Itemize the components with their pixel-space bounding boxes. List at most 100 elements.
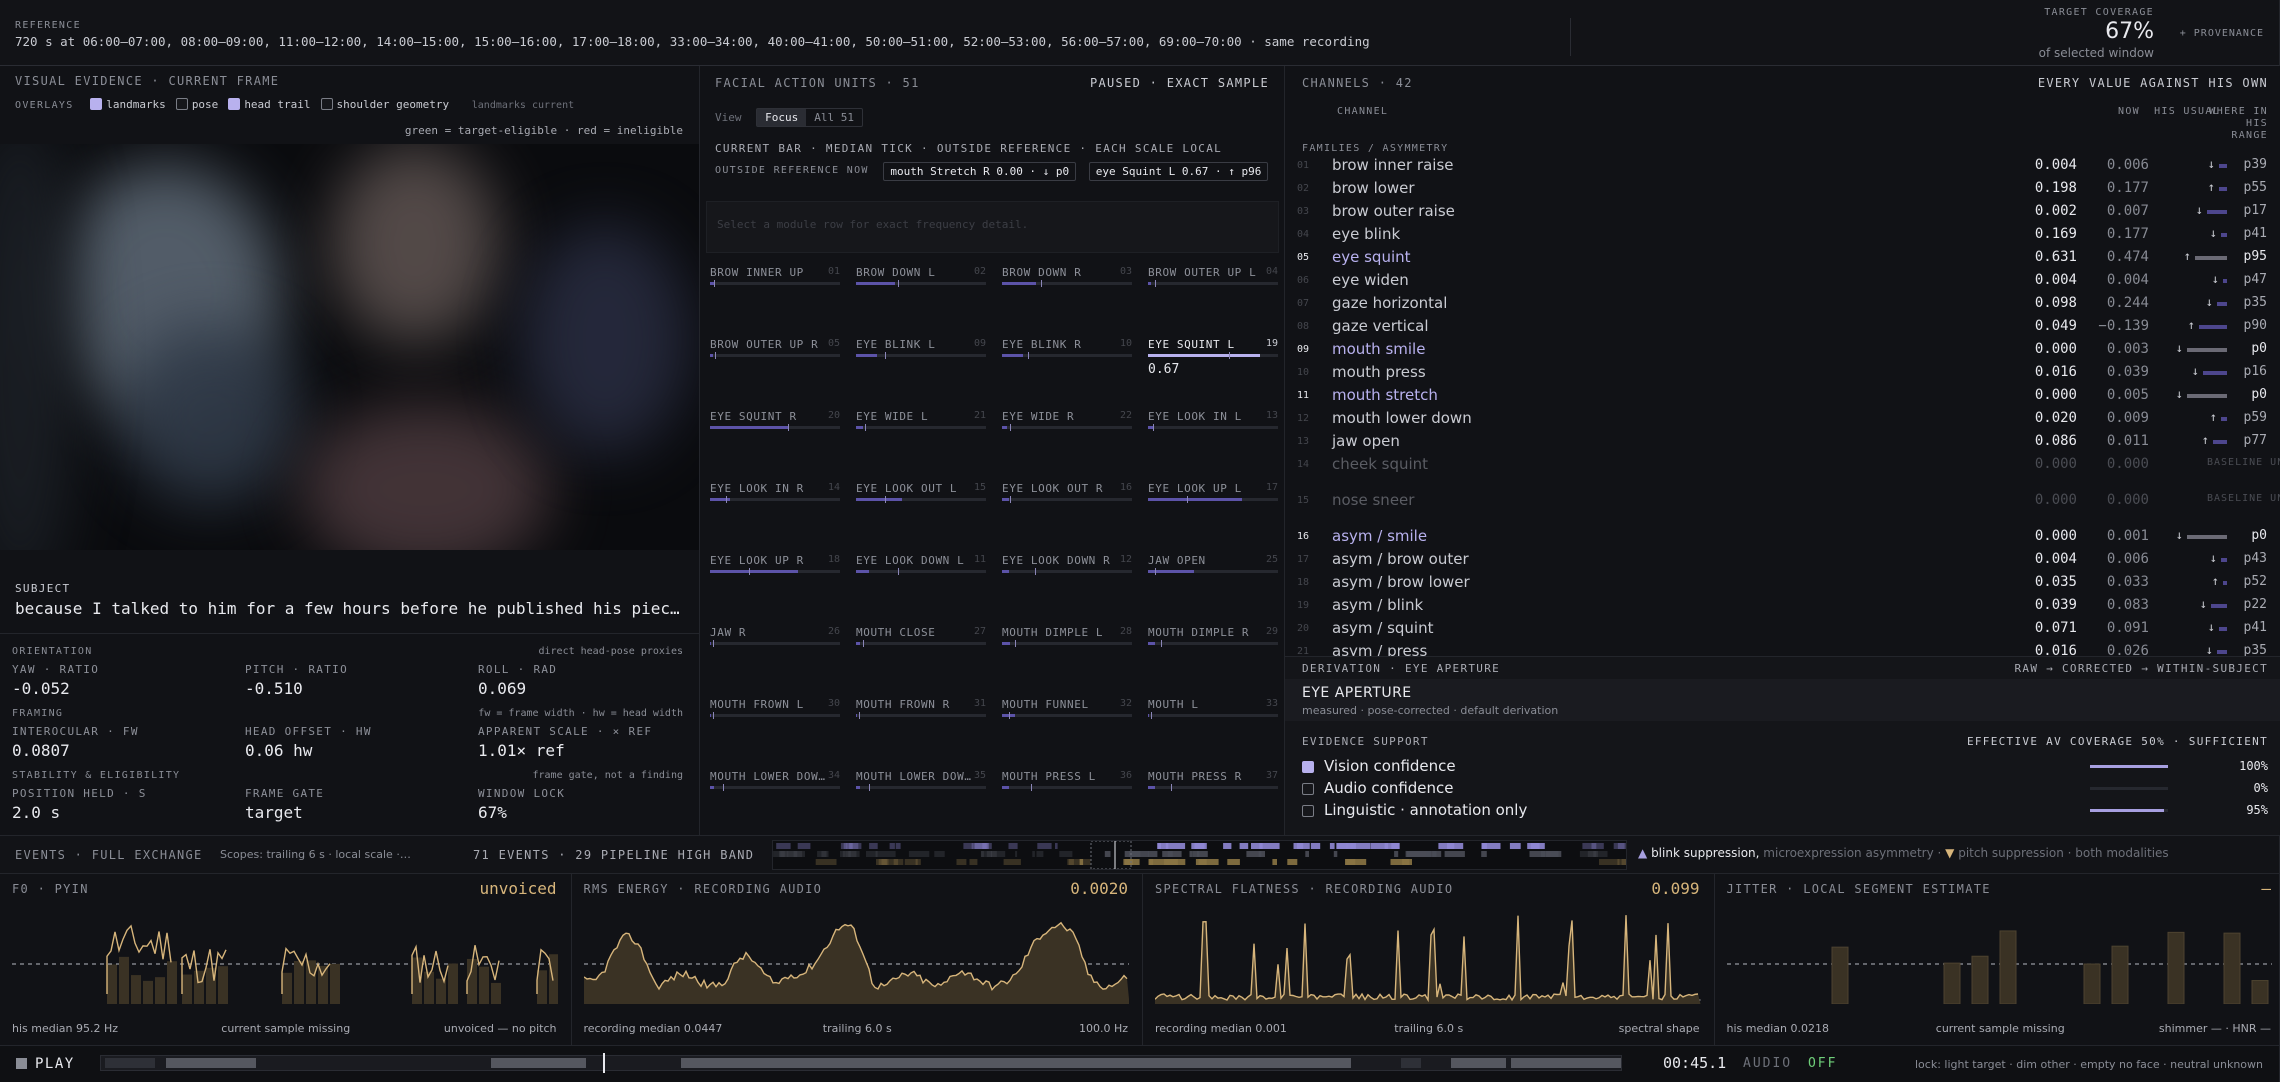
au-cell[interactable]: MOUTH DIMPLE L 28 [1002, 626, 1132, 696]
timeline-event [1059, 851, 1073, 857]
overlay-toggle-pose[interactable]: pose [175, 98, 218, 111]
pitch-bar [131, 975, 141, 1004]
derivation-box[interactable]: EYE APERTURE measured · pose-corrected ·… [1285, 679, 2280, 721]
channel-row[interactable]: 03 brow outer raise 0.002 0.007 ↓ p17 [1297, 202, 2267, 225]
au-cell[interactable]: EYE WIDE R 22 [1002, 410, 1132, 480]
au-cell[interactable]: EYE LOOK DOWN R 12 [1002, 554, 1132, 624]
au-cell[interactable]: EYE SQUINT R 20 [710, 410, 840, 480]
au-cell[interactable]: MOUTH FROWN L 30 [710, 698, 840, 768]
tab-all[interactable]: All 51 [806, 109, 862, 126]
audio-toggle[interactable]: AUDIO OFF [1743, 1056, 1837, 1071]
channel-name: brow inner raise [1332, 156, 1454, 174]
audio-cell[interactable]: F0 · PYIN unvoiced his median 95.2 Hz curre… [0, 874, 572, 1045]
channel-row[interactable]: 12 mouth lower down 0.020 0.009 ↑ p59 [1297, 409, 2267, 432]
channel-row[interactable]: 13 jaw open 0.086 0.011 ↑ p77 [1297, 432, 2267, 455]
audio-cell[interactable]: SPECTRAL FLATNESS · RECORDING AUDIO 0.099… [1143, 874, 1715, 1045]
video-frame[interactable] [0, 144, 699, 550]
transport-bar: PLAY 00:45.1 AUDIO OFF lock: light targe… [0, 1046, 2280, 1082]
au-cell[interactable]: MOUTH DIMPLE R 29 [1148, 626, 1278, 696]
au-cell[interactable]: MOUTH CLOSE 27 [856, 626, 986, 696]
au-cell[interactable]: EYE WIDE L 21 [856, 410, 986, 480]
channel-row[interactable]: 10 mouth press 0.016 0.039 ↓ p16 [1297, 363, 2267, 386]
overlay-toggle-head-trail[interactable]: head trail [228, 98, 311, 111]
au-cell[interactable]: BROW DOWN L 02 [856, 266, 986, 336]
evidence-row[interactable]: Vision confidence 100% [1302, 757, 2268, 777]
au-cell[interactable]: EYE SQUINT L 19 0.67 [1148, 338, 1278, 408]
au-cell[interactable]: JAW R 26 [710, 626, 840, 696]
channel-number: 08 [1297, 321, 1310, 332]
channel-row[interactable]: 01 brow inner raise 0.004 0.006 ↓ p39 [1297, 156, 2267, 179]
au-median-tick [1008, 712, 1010, 719]
event-timeline[interactable] [772, 840, 1641, 870]
evidence-row[interactable]: Audio confidence 0% [1302, 779, 2268, 799]
channel-number: 07 [1297, 298, 1310, 309]
au-cell[interactable]: EYE BLINK R 10 [1002, 338, 1132, 408]
au-cell[interactable]: BROW OUTER UP L 04 [1148, 266, 1278, 336]
tab-focus[interactable]: Focus [757, 109, 807, 126]
channel-row[interactable]: 16 asym / smile 0.000 0.001 ↓ p0 [1297, 527, 2267, 550]
channel-row[interactable]: 06 eye widen 0.004 0.004 ↓ p47 [1297, 271, 2267, 294]
channel-row[interactable]: 08 gaze vertical 0.049 −0.139 ↑ p90 [1297, 317, 2267, 340]
au-cell[interactable]: EYE LOOK IN R 14 [710, 482, 840, 552]
au-cell[interactable]: MOUTH FUNNEL 32 [1002, 698, 1132, 768]
au-cell[interactable]: MOUTH PRESS R 37 [1148, 770, 1278, 835]
timeline-event [869, 843, 878, 849]
scrub-playhead[interactable] [602, 1053, 605, 1073]
channel-percentile: p35 [2243, 295, 2267, 310]
au-track [856, 280, 986, 287]
channel-range-bar [2219, 187, 2227, 191]
channel-row[interactable]: 15 nose sneer 0.000 0.000 BASELINE UNAVAILAB… [1297, 491, 2280, 527]
channel-row[interactable]: 05 eye squint 0.631 0.474 ↑ p95 [1297, 248, 2267, 271]
channel-row[interactable]: 14 cheek squint 0.000 0.000 BASELINE UNAVAIL… [1297, 455, 2280, 491]
outside-chip[interactable]: mouth Stretch R 0.00 · ↓ p0 [883, 162, 1077, 181]
overlays-bar: OVERLAYS landmarks pose head trail shoulder… [15, 98, 574, 111]
au-cell[interactable]: EYE LOOK OUT L 15 [856, 482, 986, 552]
channel-row[interactable]: 11 mouth stretch 0.000 0.005 ↓ p0 [1297, 386, 2267, 409]
au-cell[interactable]: MOUTH PRESS L 36 [1002, 770, 1132, 835]
overlay-toggle-shoulder-geometry[interactable]: shoulder geometry [320, 98, 449, 111]
au-cell[interactable]: EYE LOOK DOWN L 11 [856, 554, 986, 624]
scrub-bar[interactable] [100, 1053, 1622, 1073]
au-cell[interactable]: MOUTH L 33 [1148, 698, 1278, 768]
au-cell[interactable]: EYE LOOK IN L 13 [1148, 410, 1278, 480]
timeline-event [1165, 843, 1186, 849]
au-cell[interactable]: BROW OUTER UP R 05 [710, 338, 840, 408]
events-scopes[interactable]: Scopes: trailing 6 s · local scale ·… [220, 848, 460, 861]
checkbox-icon [1302, 783, 1314, 795]
channel-percentile: p22 [2243, 597, 2267, 612]
au-cell[interactable]: MOUTH FROWN R 31 [856, 698, 986, 768]
channel-row[interactable]: 09 mouth smile 0.000 0.003 ↓ p0 [1297, 340, 2267, 363]
au-track [1002, 280, 1132, 287]
channels-list[interactable]: 01 brow inner raise 0.004 0.006 ↓ p39 02 brow l… [1285, 156, 2280, 664]
au-cell[interactable]: BROW INNER UP 01 [710, 266, 840, 336]
au-cell[interactable]: MOUTH LOWER DOW… 34 [710, 770, 840, 835]
channel-now: 0.071 [2034, 620, 2077, 636]
overlay-toggle-landmarks[interactable]: landmarks [90, 98, 166, 111]
channel-row[interactable]: 20 asym / squint 0.071 0.091 ↓ p41 [1297, 619, 2267, 642]
channel-usual: 0.007 [2106, 203, 2149, 219]
channel-row[interactable]: 04 eye blink 0.169 0.177 ↓ p41 [1297, 225, 2267, 248]
au-track [1148, 640, 1278, 647]
audio-cell[interactable]: RMS ENERGY · RECORDING AUDIO 0.0020 record… [572, 874, 1143, 1045]
channel-direction: ↑ [2183, 249, 2191, 263]
au-cell[interactable]: EYE LOOK UP R 18 [710, 554, 840, 624]
channel-row[interactable]: 19 asym / blink 0.039 0.083 ↓ p22 [1297, 596, 2267, 619]
au-name: MOUTH FROWN L [710, 698, 804, 711]
channel-row[interactable]: 07 gaze horizontal 0.098 0.244 ↓ p35 [1297, 294, 2267, 317]
au-cell[interactable]: MOUTH LOWER DOW… 35 [856, 770, 986, 835]
audio-cell[interactable]: JITTER · LOCAL SEGMENT ESTIMATE — his medi… [1715, 874, 2280, 1045]
au-cell[interactable]: JAW OPEN 25 [1148, 554, 1278, 624]
au-median-tick [1015, 640, 1016, 647]
au-cell[interactable]: BROW DOWN R 03 [1002, 266, 1132, 336]
jitter-bar [2111, 945, 2128, 1004]
channel-row[interactable]: 17 asym / brow outer 0.004 0.006 ↓ p43 [1297, 550, 2267, 573]
channel-row[interactable]: 02 brow lower 0.198 0.177 ↑ p55 [1297, 179, 2267, 202]
evidence-row[interactable]: Linguistic · annotation only 95% [1302, 801, 2268, 821]
provenance-button[interactable]: + PROVENANCE [2180, 28, 2264, 39]
au-cell[interactable]: EYE LOOK UP L 17 [1148, 482, 1278, 552]
au-cell[interactable]: EYE BLINK L 09 [856, 338, 986, 408]
play-button[interactable]: PLAY [16, 1056, 75, 1072]
channel-row[interactable]: 18 asym / brow lower 0.035 0.033 ↑ p52 [1297, 573, 2267, 596]
au-cell[interactable]: EYE LOOK OUT R 16 [1002, 482, 1132, 552]
outside-chip[interactable]: eye Squint L 0.67 · ↑ p96 [1088, 162, 1269, 181]
